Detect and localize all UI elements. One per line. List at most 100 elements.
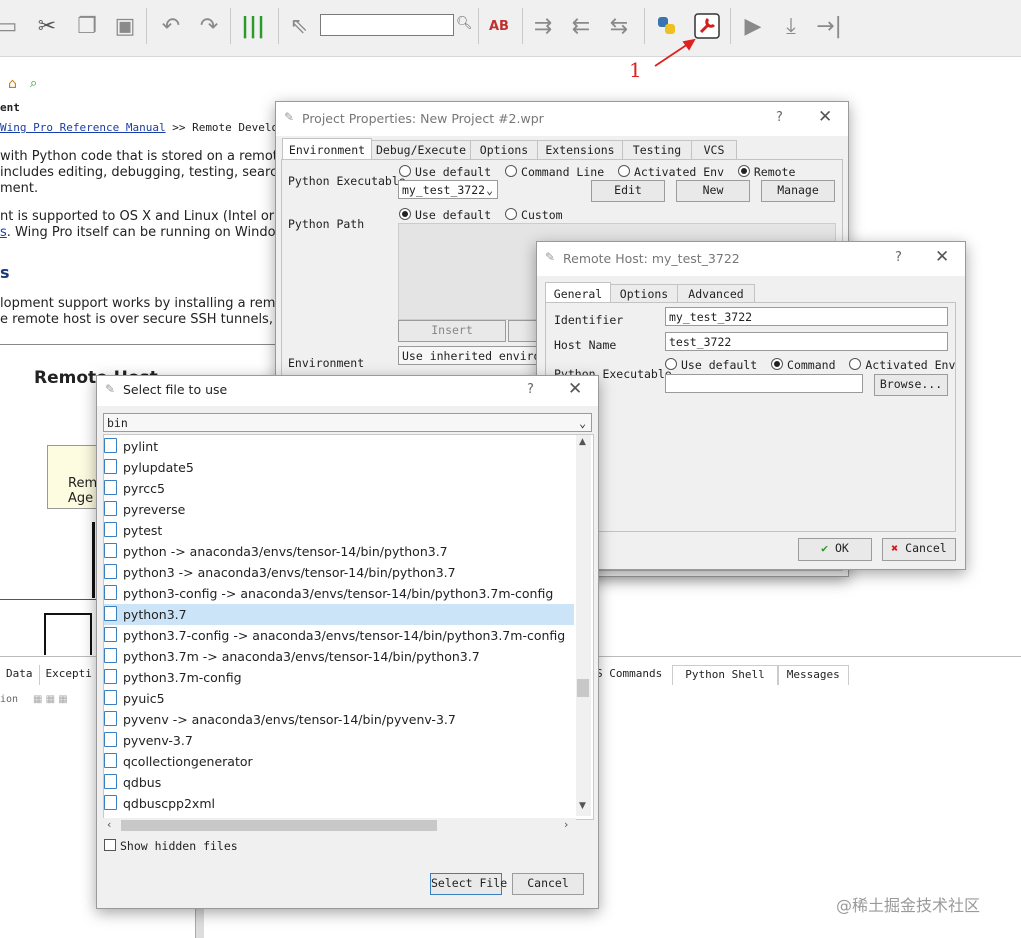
list-item[interactable]: qcollectiongenerator (104, 751, 253, 772)
identifier-label: Identifier (554, 313, 624, 327)
host-name-label: Host Name (554, 338, 617, 352)
radio-path-default[interactable]: Use default (399, 208, 491, 222)
environment-select[interactable]: Use inherited environme (398, 346, 548, 365)
breadcrumb: Wing Pro Reference Manual >> Remote Deve… (0, 121, 305, 134)
doc-paragraph: nt is supported to OS X and Linux (Intel… (0, 209, 297, 224)
tab-data[interactable]: Data (0, 665, 40, 685)
doc-subheading: s (0, 263, 10, 282)
list-item[interactable]: pylupdate5 (104, 457, 194, 478)
watermark: @稀土掘金技术社区 (836, 896, 981, 915)
insert-button[interactable]: Insert (398, 320, 506, 342)
tab-messages[interactable]: Messages (777, 665, 849, 685)
remote-host-select[interactable]: my_test_3722 ⌄ (398, 180, 498, 199)
list-item[interactable]: python -> anaconda3/envs/tensor-14/bin/p… (104, 541, 448, 562)
doc-paragraph: s. Wing Pro itself can be running on Win… (0, 225, 287, 240)
radio-command-line[interactable]: Command Line (505, 165, 604, 179)
diagram-agent-box: Rem Age (47, 445, 99, 509)
python-path-label: Python Path (288, 217, 365, 231)
list-item[interactable]: pyvenv-3.7 (104, 730, 193, 751)
close-icon[interactable]: ✕ (818, 107, 832, 127)
doc-paragraph: includes editing, debugging, testing, se… (0, 165, 298, 180)
command-field[interactable] (665, 374, 863, 393)
dialog-titlebar: ✎ Select file to use ? ✕ (97, 376, 598, 406)
cancel-button[interactable]: ✖ Cancel (882, 538, 956, 561)
horizontal-scrollbar[interactable]: ‹ › (103, 818, 576, 833)
help-icon[interactable]: ? (895, 250, 902, 265)
list-item[interactable]: python3.7m-config (104, 667, 242, 688)
remote-host-dialog: ✎ Remote Host: my_test_3722 ? ✕ General … (536, 241, 966, 570)
host-name-field[interactable]: test_3722 (665, 332, 948, 351)
executable-radio-group: Use default Command Line Activated Env R… (399, 165, 795, 179)
list-item[interactable]: pyuic5 (104, 688, 165, 709)
executable-radio-group: Use default Command Activated Env (665, 358, 955, 372)
environment-label: Environment (288, 356, 365, 370)
radio-activated-env[interactable]: Activated Env (849, 358, 955, 372)
home-icon[interactable]: ⌂ (8, 76, 17, 92)
feather-icon: ✎ (105, 382, 116, 396)
radio-remote[interactable]: Remote (737, 165, 795, 179)
list-item[interactable]: python3-config -> anaconda3/envs/tensor-… (104, 583, 553, 604)
radio-use-default[interactable]: Use default (399, 165, 491, 179)
list-item[interactable]: pyreverse (104, 499, 185, 520)
list-item[interactable]: python3.7-config -> anaconda3/envs/tenso… (104, 625, 565, 646)
close-icon[interactable]: ✕ (935, 247, 949, 267)
dialog-titlebar: ✎ Remote Host: my_test_3722 ? ✕ (537, 242, 965, 276)
tab-debug-execute[interactable]: Debug/Execute (371, 140, 471, 160)
diagram-connector (92, 522, 95, 598)
tab-general[interactable]: General (545, 282, 611, 304)
radio-activated-env[interactable]: Activated Env (617, 165, 724, 179)
tab-options[interactable]: Options (610, 284, 678, 304)
show-hidden-checkbox[interactable]: Show hidden files (104, 839, 238, 853)
ok-button[interactable]: ✔ OK (798, 538, 872, 561)
tab-vcs[interactable]: VCS (691, 140, 737, 160)
identifier-field[interactable]: my_test_3722 (665, 307, 948, 326)
list-item[interactable]: qdbuscpp2xml (104, 793, 215, 814)
project-tabs: Environment Debug/Execute Options Extens… (282, 138, 842, 160)
list-item[interactable]: python3.7m -> anaconda3/envs/tensor-14/b… (104, 646, 480, 667)
browse-button[interactable]: Browse... (874, 374, 948, 396)
list-item[interactable]: pytest (104, 520, 162, 541)
path-radio-group: Use default Custom (399, 208, 563, 222)
remote-host-tabs: General Options Advanced (545, 282, 955, 304)
directory-select[interactable]: bin ⌄ (103, 413, 592, 432)
tab-options[interactable]: Options (470, 140, 538, 160)
select-file-button[interactable]: Select File (430, 873, 507, 895)
breadcrumb-link[interactable]: Wing Pro Reference Manual (0, 121, 166, 134)
check-icon: ✔ (821, 541, 829, 555)
new-button[interactable]: New (676, 180, 750, 202)
help-icon[interactable]: ? (776, 110, 783, 125)
list-item[interactable]: pyrcc5 (104, 478, 165, 499)
tab-testing[interactable]: Testing (622, 140, 692, 160)
doc-heading: ent (0, 101, 20, 114)
dialog-titlebar: ✎ Project Properties: New Project #2.wpr… (276, 102, 848, 136)
close-icon[interactable]: ✕ (568, 379, 582, 399)
radio-use-default[interactable]: Use default (665, 358, 757, 372)
list-item[interactable]: pyvenv -> anaconda3/envs/tensor-14/bin/p… (104, 709, 456, 730)
feather-icon: ✎ (545, 250, 556, 264)
tab-python-shell[interactable]: Python Shell (672, 665, 778, 685)
tab-os-commands[interactable]: S Commands (596, 665, 672, 685)
tab-advanced[interactable]: Advanced (677, 284, 755, 304)
list-item[interactable]: qdbus (104, 772, 161, 793)
feather-icon: ✎ (284, 110, 295, 124)
list-item-selected[interactable]: python3.7 (104, 604, 574, 625)
list-item[interactable]: python3 -> anaconda3/envs/tensor-14/bin/… (104, 562, 456, 583)
doc-paragraph: ment. (0, 181, 39, 196)
help-icon[interactable]: ? (527, 382, 534, 397)
bottom-tabbar-right: S Commands Python Shell Messages (596, 665, 849, 685)
doc-paragraph: with Python code that is stored on a rem… (0, 149, 299, 164)
edit-button[interactable]: Edit (591, 180, 665, 202)
manage-button[interactable]: Manage (761, 180, 835, 202)
radio-command[interactable]: Command (771, 358, 836, 372)
zoom-icon[interactable]: ⌕ (30, 76, 37, 91)
cancel-button[interactable]: Cancel (512, 873, 584, 895)
tab-exceptions[interactable]: Excepti (40, 665, 98, 685)
tab-environment[interactable]: Environment (282, 138, 372, 160)
list-item[interactable]: pylint (104, 436, 158, 457)
doc-paragraph: lopment support works by installing a re… (0, 296, 297, 311)
vertical-scrollbar[interactable]: ▲ ▼ (576, 435, 591, 816)
chevron-down-icon: ⌄ (486, 183, 493, 197)
radio-path-custom[interactable]: Custom (505, 208, 563, 222)
bottom-scrollbar[interactable] (195, 905, 204, 938)
tab-extensions[interactable]: Extensions (537, 140, 623, 160)
